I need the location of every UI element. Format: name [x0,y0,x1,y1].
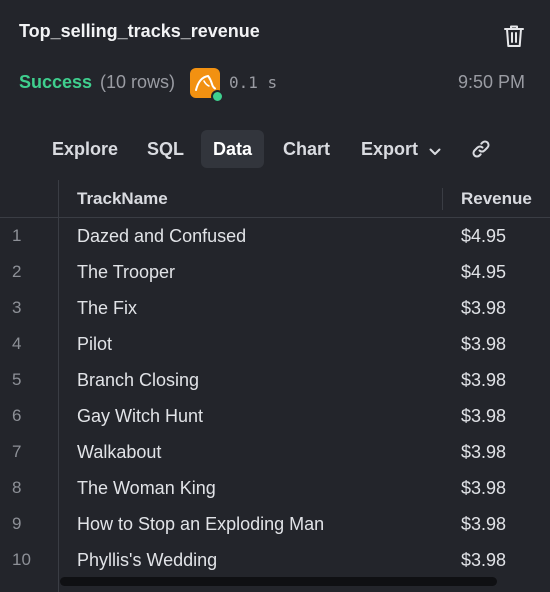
table-row[interactable]: 1 Dazed and Confused $4.95 [0,218,550,254]
cell-revenue[interactable]: $3.98 [461,514,506,535]
table-row[interactable]: 5 Branch Closing $3.98 [0,362,550,398]
cell-revenue[interactable]: $4.95 [461,226,506,247]
cell-revenue[interactable]: $3.98 [461,478,506,499]
cell-revenue[interactable]: $3.98 [461,298,506,319]
row-number: 10 [12,550,31,569]
row-number: 6 [12,406,22,425]
query-timestamp: 9:50 PM [457,72,525,92]
column-resize-handle[interactable] [442,188,443,210]
cell-trackname[interactable]: The Trooper [77,262,175,283]
table-row[interactable]: 4 Pilot $3.98 [0,326,550,362]
results-table: TrackName Revenue 1 Dazed and Confused $… [0,180,550,592]
column-header-trackname[interactable]: TrackName [77,189,168,209]
row-number: 8 [12,478,22,497]
cell-trackname[interactable]: Walkabout [77,442,161,463]
cell-trackname[interactable]: How to Stop an Exploding Man [77,514,324,535]
chevron-down-icon [429,131,441,169]
tab-chart[interactable]: Chart [271,130,342,168]
table-row[interactable]: 7 Walkabout $3.98 [0,434,550,470]
row-number: 2 [12,262,22,281]
cell-revenue[interactable]: $3.98 [461,334,506,355]
cell-trackname[interactable]: Pilot [77,334,112,355]
cell-revenue[interactable]: $3.98 [461,550,506,571]
cell-revenue[interactable]: $4.95 [461,262,506,283]
query-title: Top_selling_tracks_revenue [19,21,260,41]
cell-trackname[interactable]: The Fix [77,298,137,319]
row-number: 1 [12,226,22,245]
table-row[interactable]: 8 The Woman King $3.98 [0,470,550,506]
cell-revenue[interactable]: $3.98 [461,406,506,427]
export-label: Export [361,139,419,159]
tab-sql[interactable]: SQL [135,130,196,168]
cell-revenue[interactable]: $3.98 [461,442,506,463]
row-number: 4 [12,334,22,353]
row-number: 9 [12,514,22,533]
cell-trackname[interactable]: Branch Closing [77,370,199,391]
row-number: 5 [12,370,22,389]
cell-trackname[interactable]: Phyllis's Wedding [77,550,217,571]
connection-status-dot [211,90,224,103]
result-tabs: Explore SQL Data Chart Export [0,130,550,168]
status-text: Success [19,72,93,92]
row-number: 7 [12,442,22,461]
row-count: (10 rows) [100,72,176,92]
horizontal-scrollbar[interactable] [60,577,497,586]
cell-revenue[interactable]: $3.98 [461,370,506,391]
cell-trackname[interactable]: Gay Witch Hunt [77,406,203,427]
table-row[interactable]: 3 The Fix $3.98 [0,290,550,326]
query-duration: 0.1 s [229,73,278,92]
table-body: 1 Dazed and Confused $4.95 2 The Trooper… [0,218,550,578]
cell-trackname[interactable]: Dazed and Confused [77,226,246,247]
status-row: Success (10 rows) 0.1 s 9:50 PM [19,68,531,103]
tab-data[interactable]: Data [201,130,265,168]
link-icon[interactable] [470,138,492,160]
table-row[interactable]: 6 Gay Witch Hunt $3.98 [0,398,550,434]
table-row[interactable]: 9 How to Stop an Exploding Man $3.98 [0,506,550,542]
table-row[interactable]: 10 Phyllis's Wedding $3.98 [0,542,550,578]
trash-icon[interactable] [502,23,526,49]
column-header-revenue[interactable]: Revenue [461,189,532,209]
cell-trackname[interactable]: The Woman King [77,478,216,499]
tab-export[interactable]: Export [349,130,453,168]
query-result-header: Top_selling_tracks_revenue Success (10 r… [0,0,550,110]
row-number: 3 [12,298,22,317]
tab-explore[interactable]: Explore [40,130,130,168]
table-row[interactable]: 2 The Trooper $4.95 [0,254,550,290]
